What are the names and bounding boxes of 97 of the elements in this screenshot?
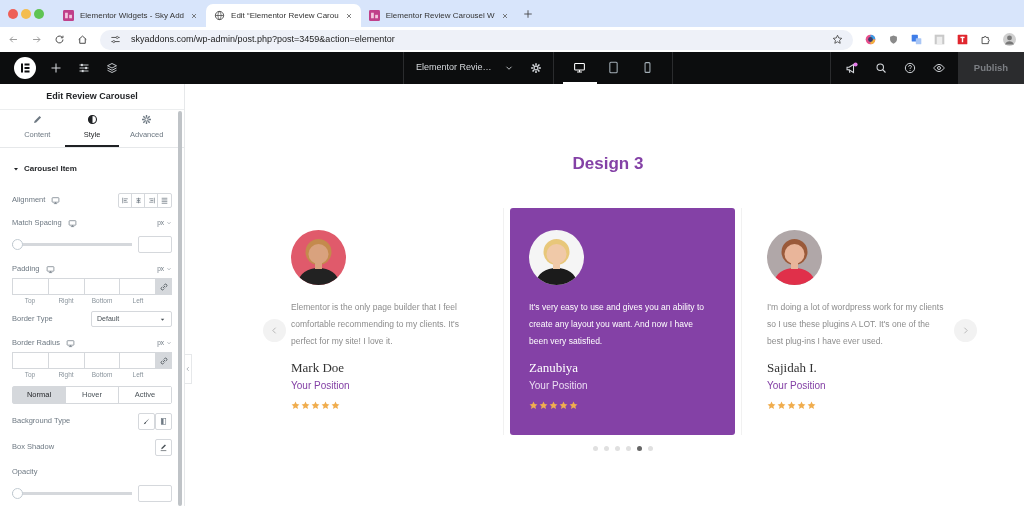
maximize-window-button[interactable] [34, 8, 44, 19]
number-input[interactable] [138, 484, 172, 502]
caret-icon[interactable] [12, 165, 20, 173]
dimension-input[interactable] [12, 278, 48, 295]
search-icon[interactable] [874, 62, 887, 74]
image-icon[interactable] [934, 34, 945, 45]
megaphone-icon[interactable] [845, 61, 858, 75]
add-element-icon[interactable] [50, 62, 62, 74]
translate-icon[interactable] [911, 34, 922, 45]
browser-tab[interactable]: Elementor Review Carousel W [360, 4, 517, 27]
section-heading: Design 3 [572, 154, 644, 173]
pencil-icon[interactable] [31, 114, 43, 125]
star-icon [321, 401, 330, 410]
browser-tab[interactable]: Elementor Widgets - Sky Add [55, 4, 207, 27]
pagination-dot[interactable] [626, 446, 631, 451]
address-bar[interactable]: skyaddons.com/wp-admin/post.php?post=3459&action=elementor [100, 29, 853, 50]
star-icon [797, 401, 806, 410]
sliders-icon[interactable] [78, 62, 90, 74]
close-icon[interactable] [344, 11, 353, 20]
star-icon [767, 401, 776, 410]
puzzle-icon[interactable] [980, 34, 991, 45]
settings-icon[interactable] [529, 62, 542, 74]
pencil-icon[interactable] [159, 442, 168, 452]
pagination-dot[interactable] [637, 446, 642, 451]
contrast-icon[interactable] [86, 114, 98, 125]
new-tab-icon[interactable] [522, 8, 533, 19]
pagination-dot[interactable] [648, 446, 653, 451]
dimension-input[interactable] [47, 278, 84, 295]
gear-icon[interactable] [141, 114, 153, 125]
color-wheel-icon[interactable] [865, 34, 876, 45]
tab-title: Elementor Review Carousel W [385, 9, 495, 22]
home-icon[interactable] [77, 34, 88, 45]
link-values-button[interactable] [155, 352, 173, 369]
dimension-input[interactable] [83, 352, 120, 369]
url-text: skyaddons.com/wp-admin/post.php?post=3459&action=elementor [131, 32, 396, 46]
extension-icon[interactable] [957, 34, 968, 45]
eye-icon[interactable] [932, 62, 945, 74]
dimension-input[interactable] [47, 352, 84, 369]
star-icon [539, 401, 548, 410]
review-text: I'm doing a lot of wordpress work for my clients so I use these plugins A LOT. It's one of the best plug-ins I have ever used. [767, 301, 945, 348]
reload-icon[interactable] [54, 34, 65, 45]
review-text: Elementor is the only page builder that I feel comfortable recommending to my clients. It's perfect for my site! I love it. [291, 301, 460, 348]
site-favicon [368, 10, 380, 21]
scrollbar[interactable] [178, 111, 182, 506]
profile-avatar[interactable] [1003, 33, 1016, 46]
dimension-input[interactable] [12, 352, 48, 369]
chevron-left-icon[interactable] [185, 366, 191, 372]
desktop-icon[interactable] [573, 60, 587, 74]
gradient-background-button[interactable] [155, 412, 172, 430]
pagination-dot[interactable] [615, 446, 620, 451]
reviewer-name: Zanubiya [529, 360, 579, 375]
pagination-dot[interactable] [604, 446, 609, 451]
globe-icon [214, 10, 226, 21]
star-icon [311, 401, 320, 410]
reviewer-name: Sajidah I. [767, 360, 817, 375]
dimension-input[interactable] [83, 278, 120, 295]
star-icon [291, 401, 300, 410]
shield-icon[interactable] [888, 34, 899, 45]
link-values-button[interactable] [155, 278, 173, 295]
gradient-icon[interactable] [159, 416, 168, 426]
star-icon [787, 401, 796, 410]
panel-title: Edit Review Carousel [46, 89, 138, 103]
star-icon [301, 401, 310, 410]
bookmark-star-icon[interactable] [832, 34, 843, 45]
layers-icon[interactable] [106, 62, 118, 74]
tab-title: Edit “Elementor Review Carou [231, 9, 339, 22]
forward-icon[interactable] [31, 34, 42, 45]
link-icon[interactable] [158, 355, 169, 366]
edit-button[interactable] [155, 438, 172, 456]
review-text: It's very easy to use and gives you an ability to create any layout you want. And now I have been very satisfied. [529, 301, 706, 348]
star-icon [569, 401, 578, 410]
star-icon [559, 401, 568, 410]
site-favicon [63, 10, 74, 21]
reviewer-name: Mark Doe [291, 360, 345, 375]
back-icon[interactable] [8, 34, 19, 45]
star-icon [549, 401, 558, 410]
browser-tab[interactable]: Edit “Elementor Review Carou [206, 4, 361, 27]
tab-title: Elementor Widgets - Sky Add [80, 9, 185, 22]
pagination-dot[interactable] [593, 446, 598, 451]
document-title[interactable]: Elementor Revie… [416, 61, 492, 75]
number-input[interactable] [138, 235, 172, 253]
close-window-button[interactable] [8, 8, 18, 19]
close-icon[interactable] [190, 11, 199, 20]
link-icon[interactable] [158, 281, 169, 292]
reviewer-position: Your Position [291, 380, 350, 391]
reviewer-position: Your Position [767, 380, 826, 391]
section-header[interactable]: Carousel Item [0, 148, 184, 181]
star-icon [807, 401, 816, 410]
star-icon [777, 401, 786, 410]
elementor-logo[interactable] [14, 57, 36, 79]
close-icon[interactable] [500, 11, 509, 20]
star-icon [331, 401, 340, 410]
star-icon [529, 401, 538, 410]
reviewer-position: Your Position [529, 380, 588, 391]
help-icon[interactable] [903, 62, 916, 74]
tablet-icon[interactable] [607, 60, 621, 74]
site-info-icon[interactable] [110, 34, 121, 45]
